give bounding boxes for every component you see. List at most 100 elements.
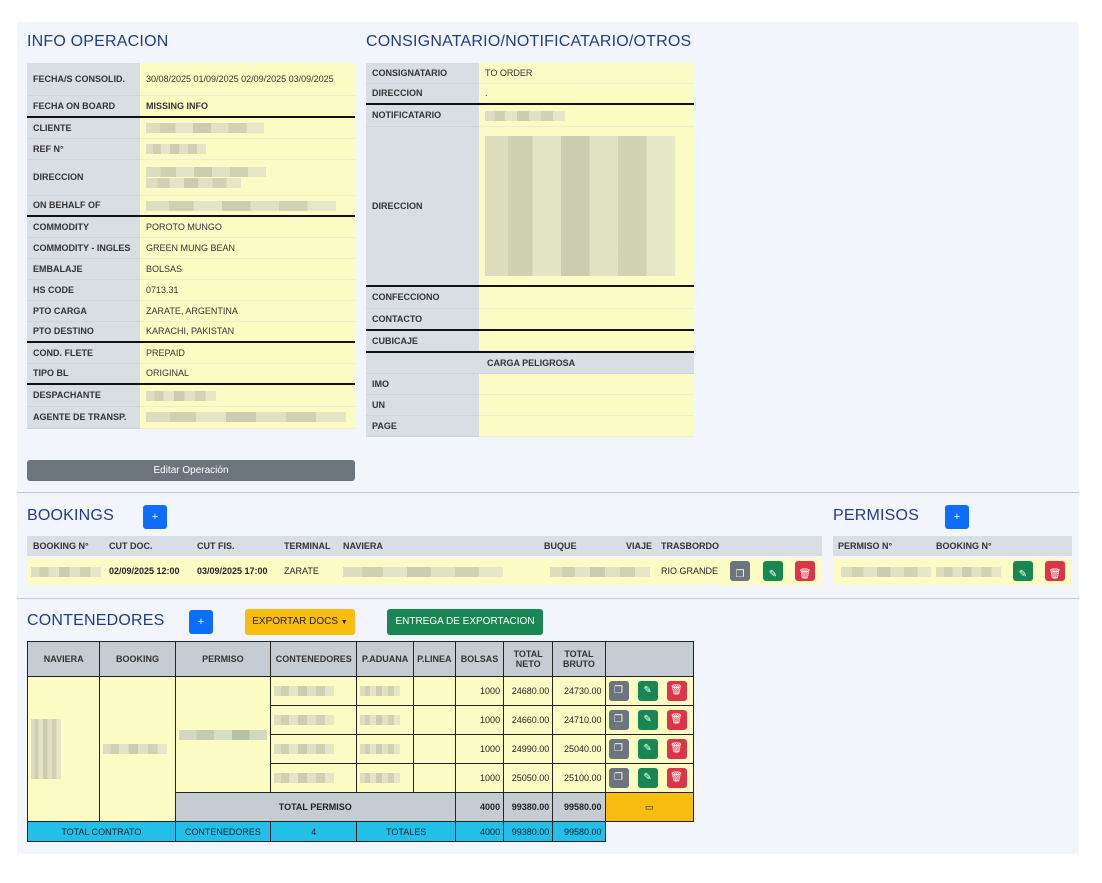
buque [550, 558, 650, 585]
row-label: COMMODITY - INGLES [27, 237, 140, 259]
row-value: TO ORDER [479, 63, 694, 84]
row-label: CUBICAJE [366, 329, 479, 353]
terminal: ZARATE [284, 566, 319, 576]
booking-cell [99, 676, 176, 822]
row-label: EMBALAJE [27, 258, 140, 280]
permiso-number [841, 558, 931, 585]
col-booking: BOOKING [99, 641, 176, 677]
add-booking-button[interactable]: + [143, 505, 167, 529]
totales-neto: 99380.00 [503, 821, 554, 842]
col-terminal: TERMINAL [284, 541, 331, 551]
row-actions: ❐ ✎ 🗑 [604, 676, 695, 706]
editar-operacion-button[interactable]: Editar Operación [27, 460, 355, 481]
p-aduana [356, 676, 414, 706]
row-label: TIPO BL [27, 363, 140, 385]
col-permiso: PERMISO [174, 641, 272, 677]
row-label: CLIENTE [27, 116, 140, 139]
notificatario-direccion-value [479, 126, 694, 287]
row-value: KARACHI, PAKISTAN [140, 321, 355, 343]
row-label: PAGE [366, 415, 479, 437]
p-linea [412, 763, 456, 793]
p-aduana [356, 734, 414, 764]
on-behalf-value [140, 195, 355, 217]
row-label: REF N° [27, 138, 140, 160]
neto: 24660.00 [503, 705, 554, 735]
trash-icon[interactable]: 🗑 [795, 561, 815, 581]
total-permiso-bruto: 99580.00 [552, 792, 606, 822]
entrega-exportacion-button[interactable]: ENTREGA DE EXPORTACION [387, 609, 543, 635]
totales-bruto: 99580.00 [552, 821, 606, 842]
edit-icon[interactable]: ✎ [763, 561, 783, 581]
trash-icon[interactable]: 🗑 [666, 681, 687, 701]
edit-icon[interactable]: ✎ [637, 768, 658, 788]
total-contrato-label: TOTAL CONTRATO [27, 821, 176, 842]
p-linea [412, 705, 456, 735]
row-label: COND. FLETE [27, 341, 140, 364]
bookings-title: BOOKINGS [27, 507, 114, 524]
col-total-neto: TOTAL NETO [503, 641, 554, 677]
copy-icon[interactable]: ❐ [608, 768, 629, 788]
bruto: 24710.00 [552, 705, 606, 735]
neto: 24990.00 [503, 734, 554, 764]
bolsas: 1000 [454, 676, 505, 706]
edit-icon[interactable]: ✎ [637, 739, 658, 759]
row-label: FECHA/S CONSOLID. [27, 63, 140, 96]
trasbordo: RIO GRANDE [661, 566, 719, 576]
row-label: IMO [366, 373, 479, 395]
row-value: PREPAID [140, 341, 355, 364]
row-label: PTO CARGA [27, 300, 140, 322]
copy-icon[interactable]: ❐ [730, 561, 750, 581]
booking-row: 02/09/2025 12:00 03/09/2025 17:00 ZARATE… [27, 558, 822, 585]
row-value [479, 373, 694, 395]
missing-info-value: MISSING INFO [140, 95, 355, 118]
row-value: . [479, 83, 694, 105]
bruto: 25100.00 [552, 763, 606, 793]
permisos-title: PERMISOS [833, 507, 920, 524]
exportar-docs-dropdown[interactable]: EXPORTAR DOCS ▼ [245, 609, 355, 635]
container-id [270, 734, 358, 764]
total-permiso-label: TOTAL PERMISO [174, 792, 456, 822]
row-label: COMMODITY [27, 215, 140, 238]
col-viaje: VIAJE [626, 541, 653, 551]
container-id [270, 676, 358, 706]
permisos-header: PERMISO N° BOOKING N° [833, 536, 1072, 556]
document-icon: ▭ [645, 801, 654, 812]
add-contenedor-button[interactable]: + [189, 610, 213, 634]
total-permiso-action[interactable]: ▭ [604, 792, 695, 822]
row-value [479, 415, 694, 437]
empty-cell [605, 822, 693, 842]
permiso-cell [174, 676, 272, 793]
col-naviera: NAVIERA [26, 641, 101, 677]
contenedores-count: 4 [270, 821, 358, 842]
divider [17, 492, 1079, 493]
ref-value [140, 138, 355, 160]
edit-icon[interactable]: ✎ [1013, 561, 1033, 581]
col-total-bruto: TOTAL BRUTO [552, 641, 606, 677]
total-permiso-bolsas: 4000 [454, 792, 505, 822]
row-value [479, 394, 694, 416]
carga-peligrosa-spacer [366, 351, 479, 374]
copy-icon[interactable]: ❐ [608, 681, 629, 701]
edit-icon[interactable]: ✎ [637, 710, 658, 730]
copy-icon[interactable]: ❐ [608, 710, 629, 730]
row-label: DESPACHANTE [27, 383, 140, 407]
bolsas: 1000 [454, 763, 505, 793]
col-booking: BOOKING N° [936, 541, 992, 551]
permiso-booking [936, 558, 1001, 585]
trash-icon[interactable]: 🗑 [666, 768, 687, 788]
edit-icon[interactable]: ✎ [637, 681, 658, 701]
divider [17, 598, 1079, 599]
contenedores-label: CONTENEDORES [174, 821, 272, 842]
col-booking: BOOKING N° [33, 541, 89, 551]
col-cut-doc: CUT DOC. [109, 541, 153, 551]
col-p-linea: P.LINEA [412, 641, 456, 677]
trash-icon[interactable]: 🗑 [1045, 561, 1065, 581]
add-permiso-button[interactable]: + [945, 505, 969, 529]
p-linea [412, 734, 456, 764]
copy-icon[interactable]: ❐ [608, 739, 629, 759]
carga-peligrosa-header: CARGA PELIGROSA [479, 351, 694, 374]
trash-icon[interactable]: 🗑 [666, 739, 687, 759]
col-buque: BUQUE [544, 541, 577, 551]
trash-icon[interactable]: 🗑 [666, 710, 687, 730]
row-value [479, 329, 694, 353]
